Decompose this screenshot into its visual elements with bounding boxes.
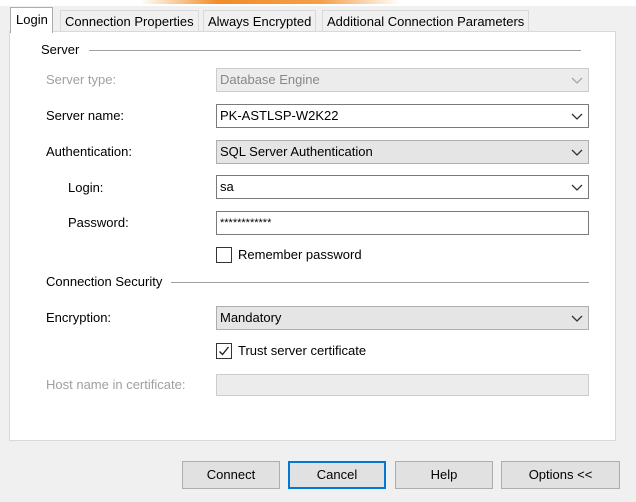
chevron-down-icon[interactable] bbox=[571, 182, 583, 192]
connect-button[interactable]: Connect bbox=[182, 461, 280, 489]
server-type-value: Database Engine bbox=[220, 72, 320, 87]
server-name-label: Server name: bbox=[46, 108, 125, 123]
server-type-combo: Database Engine bbox=[216, 68, 589, 92]
tab-connection-properties[interactable]: Connection Properties bbox=[60, 10, 199, 31]
checkmark-icon bbox=[219, 346, 230, 356]
remember-password-label[interactable]: Remember password bbox=[238, 247, 362, 263]
login-label: Login: bbox=[68, 180, 104, 195]
password-value[interactable]: ************ bbox=[220, 217, 271, 229]
banner-accent bbox=[140, 0, 400, 4]
server-name-combo[interactable]: PK-ASTLSP-W2K22 bbox=[216, 104, 589, 128]
connection-security-divider bbox=[171, 282, 589, 283]
help-button[interactable]: Help bbox=[395, 461, 493, 489]
host-name-field bbox=[216, 374, 589, 396]
server-group-title: Server bbox=[41, 42, 80, 57]
connection-security-title: Connection Security bbox=[46, 274, 163, 289]
encryption-label: Encryption: bbox=[46, 310, 112, 325]
chevron-down-icon bbox=[571, 75, 583, 85]
authentication-value[interactable]: SQL Server Authentication bbox=[220, 144, 373, 159]
server-type-label: Server type: bbox=[46, 72, 117, 87]
remember-password-checkbox[interactable] bbox=[216, 247, 232, 263]
encryption-combo[interactable]: Mandatory bbox=[216, 306, 589, 330]
server-group-divider bbox=[89, 50, 581, 51]
password-label: Password: bbox=[68, 215, 129, 230]
authentication-combo[interactable]: SQL Server Authentication bbox=[216, 140, 589, 164]
password-field[interactable]: ************ bbox=[216, 211, 589, 235]
tab-additional-connection-parameters[interactable]: Additional Connection Parameters bbox=[322, 10, 530, 31]
host-name-label: Host name in certificate: bbox=[46, 377, 186, 392]
chevron-down-icon[interactable] bbox=[571, 147, 583, 157]
chevron-down-icon[interactable] bbox=[571, 313, 583, 323]
chevron-down-icon[interactable] bbox=[571, 111, 583, 121]
encryption-value[interactable]: Mandatory bbox=[220, 310, 281, 325]
server-name-value[interactable]: PK-ASTLSP-W2K22 bbox=[220, 108, 339, 123]
trust-server-certificate-checkbox[interactable] bbox=[216, 343, 232, 359]
cancel-button[interactable]: Cancel bbox=[288, 461, 386, 489]
tab-always-encrypted[interactable]: Always Encrypted bbox=[203, 10, 317, 31]
login-value[interactable]: sa bbox=[220, 179, 234, 194]
login-combo[interactable]: sa bbox=[216, 175, 589, 199]
authentication-label: Authentication: bbox=[46, 144, 133, 159]
trust-server-certificate-label[interactable]: Trust server certificate bbox=[238, 343, 366, 359]
options-button[interactable]: Options << bbox=[501, 461, 620, 489]
banner-edge bbox=[0, 0, 636, 6]
tab-login[interactable]: Login bbox=[10, 7, 53, 33]
